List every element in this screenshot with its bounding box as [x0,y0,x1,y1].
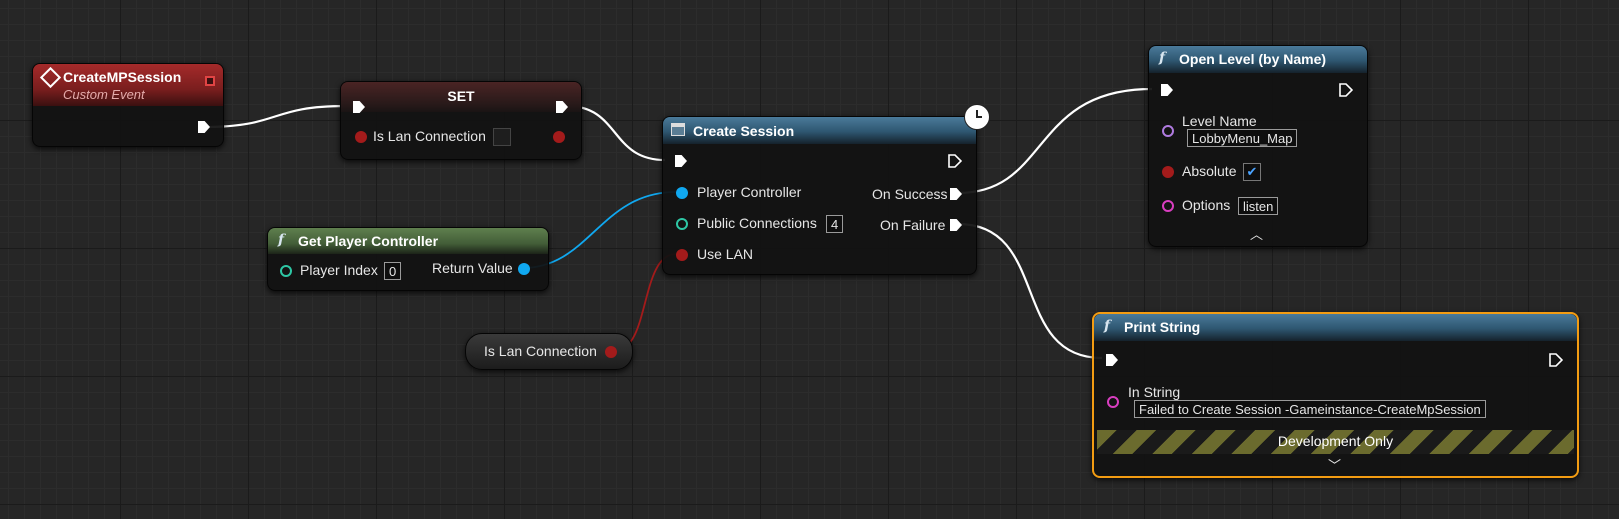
create-session-node[interactable]: Create Session Player Controller Public … [662,104,990,275]
open-level-exec-out[interactable] [1339,83,1354,97]
create-session-header[interactable]: Create Session [663,117,976,144]
set-bool-in-pin[interactable] [355,131,367,143]
chevron-up-icon[interactable]: ︿ [1250,224,1263,243]
absolute-checkbox[interactable]: ✔ [1243,163,1261,181]
open-level-header[interactable]: f Open Level (by Name) [1149,46,1367,73]
development-only-banner: Development Only [1097,430,1574,454]
custom-event-node[interactable]: CreateMPSession Custom Event [32,63,224,147]
wire-exec-success-to-open [957,87,1153,195]
function-icon: f [278,232,285,248]
custom-event-subtitle: Custom Event [63,87,145,102]
is-lan-getter-node[interactable]: Is Lan Connection [465,333,633,370]
diamond-event-icon [39,66,62,89]
in-string-label: In String [1128,384,1181,400]
custom-event-exec-out[interactable] [198,121,210,133]
player-index-field[interactable]: 0 [384,262,402,280]
get-player-controller-header[interactable]: f Get Player Controller [268,228,548,254]
open-level-node[interactable]: f Open Level (by Name) Level Name LobbyM… [1148,45,1368,247]
wire-exec-failure-to-print [957,222,1103,360]
function-icon: f [1159,50,1166,66]
on-success-label: On Success [872,186,948,202]
function-icon: f [1104,318,1111,334]
set-node[interactable]: SET Is Lan Connection [340,81,582,160]
options-field[interactable]: listen [1238,197,1279,215]
set-pin-label: Is Lan Connection [373,128,486,144]
create-session-exec-out-then[interactable] [948,154,963,168]
in-string-pin[interactable] [1107,396,1119,408]
return-value-pin[interactable] [518,263,530,275]
chevron-down-icon[interactable]: ﹀ [1328,455,1341,474]
public-connections-field[interactable]: 4 [826,215,844,233]
public-connections-label: Public Connections [697,215,817,231]
development-only-label: Development Only [1277,433,1394,449]
on-failure-label: On Failure [880,217,946,233]
clock-icon [964,104,990,130]
use-lan-label: Use LAN [697,246,754,262]
print-string-node[interactable]: f Print String In String Failed to Creat… [1092,312,1579,478]
return-value-label: Return Value [432,260,513,276]
public-connections-pin[interactable] [676,218,688,230]
in-string-field[interactable]: Failed to Create Session -Gameinstance-C… [1134,400,1486,418]
custom-event-title: CreateMPSession [63,69,182,85]
delegate-pin[interactable] [205,76,215,86]
player-controller-label: Player Controller [697,184,802,200]
is-lan-getter-label: Is Lan Connection [484,343,597,359]
wire-exec-event-to-set [204,104,346,129]
create-session-exec-in[interactable] [675,155,687,167]
set-bool-out-pin[interactable] [553,131,565,143]
absolute-label: Absolute [1182,163,1237,179]
custom-event-header[interactable]: CreateMPSession Custom Event [33,64,223,106]
level-name-field[interactable]: LobbyMenu_Map [1187,129,1298,147]
player-controller-pin[interactable] [676,187,688,199]
on-failure-exec-out[interactable] [950,219,962,231]
is-lan-getter-out-pin[interactable] [605,346,617,358]
level-name-pin[interactable] [1162,125,1174,137]
level-name-label: Level Name [1182,113,1257,129]
print-string-exec-out[interactable] [1549,353,1564,367]
on-success-exec-out[interactable] [950,188,962,200]
options-label: Options [1182,197,1231,213]
use-lan-pin[interactable] [676,249,688,261]
create-session-title: Create Session [693,123,795,139]
set-checkbox[interactable] [493,128,511,146]
set-node-header[interactable]: SET [341,82,581,112]
open-level-title: Open Level (by Name) [1179,51,1327,67]
open-level-exec-in[interactable] [1161,84,1173,96]
get-player-controller-title: Get Player Controller [298,233,439,249]
player-index-pin[interactable] [280,265,292,277]
options-pin[interactable] [1162,200,1174,212]
absolute-pin[interactable] [1162,166,1174,178]
set-node-title: SET [447,88,475,104]
player-index-label: Player Index [300,262,378,278]
print-string-exec-in[interactable] [1106,354,1118,366]
node-icon [671,123,685,136]
print-string-header[interactable]: f Print String [1094,314,1577,341]
get-player-controller-node[interactable]: f Get Player Controller Player Index 0 R… [267,227,549,291]
print-string-title: Print String [1124,319,1201,335]
